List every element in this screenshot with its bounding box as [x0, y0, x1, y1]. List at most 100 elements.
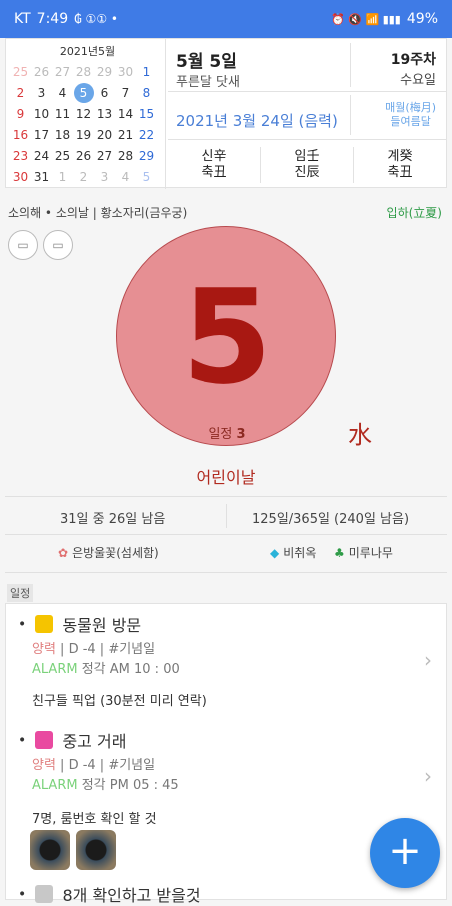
mini-calendar[interactable]: 2021년5월 25 26 27 28 29 30 1 2 3 4 5 6 7 8 9 10 11 12 13 14 1… — [10, 39, 166, 189]
mini-calendar-day[interactable]: 26 — [31, 65, 52, 79]
ganji-day: 계癸 축丑 — [354, 149, 446, 181]
ganji-year-top: 신辛 — [201, 149, 227, 164]
event-note: 7명, 룸번호 확인 할 것 — [32, 812, 157, 827]
mini-calendar-day[interactable]: 11 — [52, 107, 73, 121]
mini-calendar-day[interactable]: 23 — [10, 149, 31, 163]
date-info: 5월 5일 푸른달 닷새 19주차 수요일 2021년 3월 24일 (음력) … — [168, 39, 446, 189]
alarm-time: 정각 PM 05 : 45 — [77, 778, 179, 793]
add-event-button[interactable]: + — [370, 818, 440, 888]
event-color-icon — [35, 615, 54, 633]
image-icon-1[interactable]: ▭ — [8, 230, 38, 260]
mini-calendar-day[interactable]: 2 — [10, 86, 31, 100]
week-number: 19주차 — [390, 52, 436, 68]
mini-calendar-week: 30 31 1 2 3 4 5 — [10, 166, 165, 187]
mini-calendar-day[interactable]: 29 — [94, 65, 115, 79]
event-color-icon — [35, 885, 54, 903]
mini-calendar-day[interactable]: 6 — [94, 86, 115, 100]
mini-calendar-day[interactable]: 3 — [94, 170, 115, 184]
five-element-label: 水 — [348, 421, 372, 449]
mini-calendar-day[interactable]: 10 — [31, 107, 52, 121]
mini-calendar-day[interactable]: 4 — [115, 170, 136, 184]
event-color-icon — [35, 731, 54, 749]
birth-gem: ◆ 비취옥 — [270, 544, 316, 561]
lunar-month-name: 매월(梅月) 들여름달 — [385, 101, 436, 129]
mini-calendar-day[interactable]: 30 — [115, 65, 136, 79]
mini-calendar-day[interactable]: 28 — [115, 149, 136, 163]
month-progress: 31일 중 26일 남음 — [60, 512, 166, 527]
alarm-time: 정각 AM 10 : 00 — [77, 662, 180, 677]
mini-calendar-day[interactable]: 14 — [115, 107, 136, 121]
ganji-day-top: 계癸 — [387, 149, 413, 164]
mini-calendar-week: 9 10 11 12 13 14 15 — [10, 103, 165, 124]
solar-term: 입하(立夏) — [386, 206, 442, 220]
mini-calendar-day[interactable]: 24 — [31, 149, 52, 163]
mini-calendar-day[interactable]: 29 — [136, 149, 157, 163]
battery-level: 49% — [406, 11, 438, 27]
image-icon-2[interactable]: ▭ — [43, 230, 73, 260]
attached-photo-2[interactable] — [76, 830, 116, 870]
date-header-card: 2021년5월 25 26 27 28 29 30 1 2 3 4 5 6 7 8 9 10 11 12 13 14 1… — [5, 38, 447, 189]
mini-calendar-day[interactable]: 16 — [10, 128, 31, 142]
attached-photo-1[interactable] — [30, 830, 70, 870]
mini-calendar-day[interactable]: 27 — [94, 149, 115, 163]
event-alarm: ALARM 정각 PM 05 : 45 — [32, 774, 179, 793]
event-title: 중고 거래 — [62, 732, 127, 751]
mini-calendar-day[interactable]: 8 — [136, 86, 157, 100]
mini-calendar-day[interactable]: 22 — [136, 128, 157, 142]
mini-calendar-day[interactable]: 25 — [10, 65, 31, 79]
mini-calendar-day[interactable]: 28 — [73, 65, 94, 79]
schedule-label: 일정 — [208, 427, 233, 442]
event-alarm: ALARM 정각 AM 10 : 00 — [32, 658, 180, 677]
chevron-right-icon[interactable]: › — [424, 764, 432, 788]
alarm-label: ALARM — [32, 778, 78, 793]
mini-calendar-day[interactable]: 2 — [73, 170, 94, 184]
mini-calendar-title: 2021년5월 — [59, 45, 116, 58]
event-calendar-type: 양력 — [32, 642, 56, 657]
lunar-month-name-2: 들여름달 — [390, 115, 431, 128]
mini-calendar-week: 16 17 18 19 20 21 22 — [10, 124, 165, 145]
birth-gem-label: 비취옥 — [283, 546, 317, 560]
mini-calendar-day[interactable]: 7 — [115, 86, 136, 100]
chevron-right-icon[interactable]: › — [424, 648, 432, 672]
mini-calendar-day[interactable]: 31 — [31, 170, 52, 184]
mini-calendar-day[interactable]: 18 — [52, 128, 73, 142]
mini-calendar-day[interactable]: 26 — [73, 149, 94, 163]
event-dday: | D -4 | #기념일 — [55, 642, 156, 657]
holiday-name: 어린이날 — [196, 468, 256, 487]
mini-calendar-day[interactable]: 19 — [73, 128, 94, 142]
mini-calendar-day[interactable]: 1 — [136, 65, 157, 79]
clock: 7:49 — [36, 11, 69, 27]
mini-calendar-day[interactable]: 3 — [31, 86, 52, 100]
mini-calendar-day[interactable]: 17 — [31, 128, 52, 142]
weekday: 수요일 — [400, 73, 436, 88]
mini-calendar-day[interactable]: 15 — [136, 107, 157, 121]
mini-calendar-day[interactable]: 9 — [10, 107, 31, 121]
ganji-month: 임壬 진辰 — [261, 149, 353, 181]
mini-calendar-day[interactable]: 30 — [10, 170, 31, 184]
mini-calendar-day[interactable]: 21 — [115, 128, 136, 142]
event-title: 8개 확인하고 받을것 — [62, 886, 201, 905]
mini-calendar-day[interactable]: 5 — [73, 82, 94, 103]
mini-calendar-day[interactable]: 25 — [52, 149, 73, 163]
lunar-date[interactable]: 2021년 3월 24일 (음력) — [176, 110, 338, 131]
event-item[interactable]: • 중고 거래 — [18, 728, 126, 752]
system-icons: ⏰ 🔇 📶 ▮▮▮ — [331, 12, 401, 26]
event-item[interactable]: • 동물원 방문 — [18, 612, 141, 636]
mini-calendar-day[interactable]: 1 — [52, 170, 73, 184]
notification-icons: ₲ ①① • — [74, 12, 118, 26]
mini-calendar-day[interactable]: 13 — [94, 107, 115, 121]
mini-calendar-day[interactable]: 12 — [73, 107, 94, 121]
mini-calendar-day[interactable]: 27 — [52, 65, 73, 79]
schedule-section-tag: 일정 — [7, 584, 34, 602]
mini-calendar-week: 2345678 — [10, 82, 165, 103]
today-circle[interactable]: 5 일정 3 — [116, 226, 336, 446]
event-item[interactable]: • 8개 확인하고 받을것 — [18, 882, 201, 906]
mini-calendar-day[interactable]: 20 — [94, 128, 115, 142]
ganji-day-bottom: 축丑 — [387, 165, 413, 180]
birth-flower: ✿ 은방울꽃(섬세함) — [58, 544, 159, 561]
mini-calendar-day[interactable]: 4 — [52, 86, 73, 100]
mini-calendar-day[interactable]: 5 — [136, 170, 157, 184]
year-progress: 125일/365일 (240일 남음) — [252, 512, 410, 527]
event-title: 동물원 방문 — [62, 616, 142, 635]
schedule-count: 3 — [236, 427, 246, 442]
